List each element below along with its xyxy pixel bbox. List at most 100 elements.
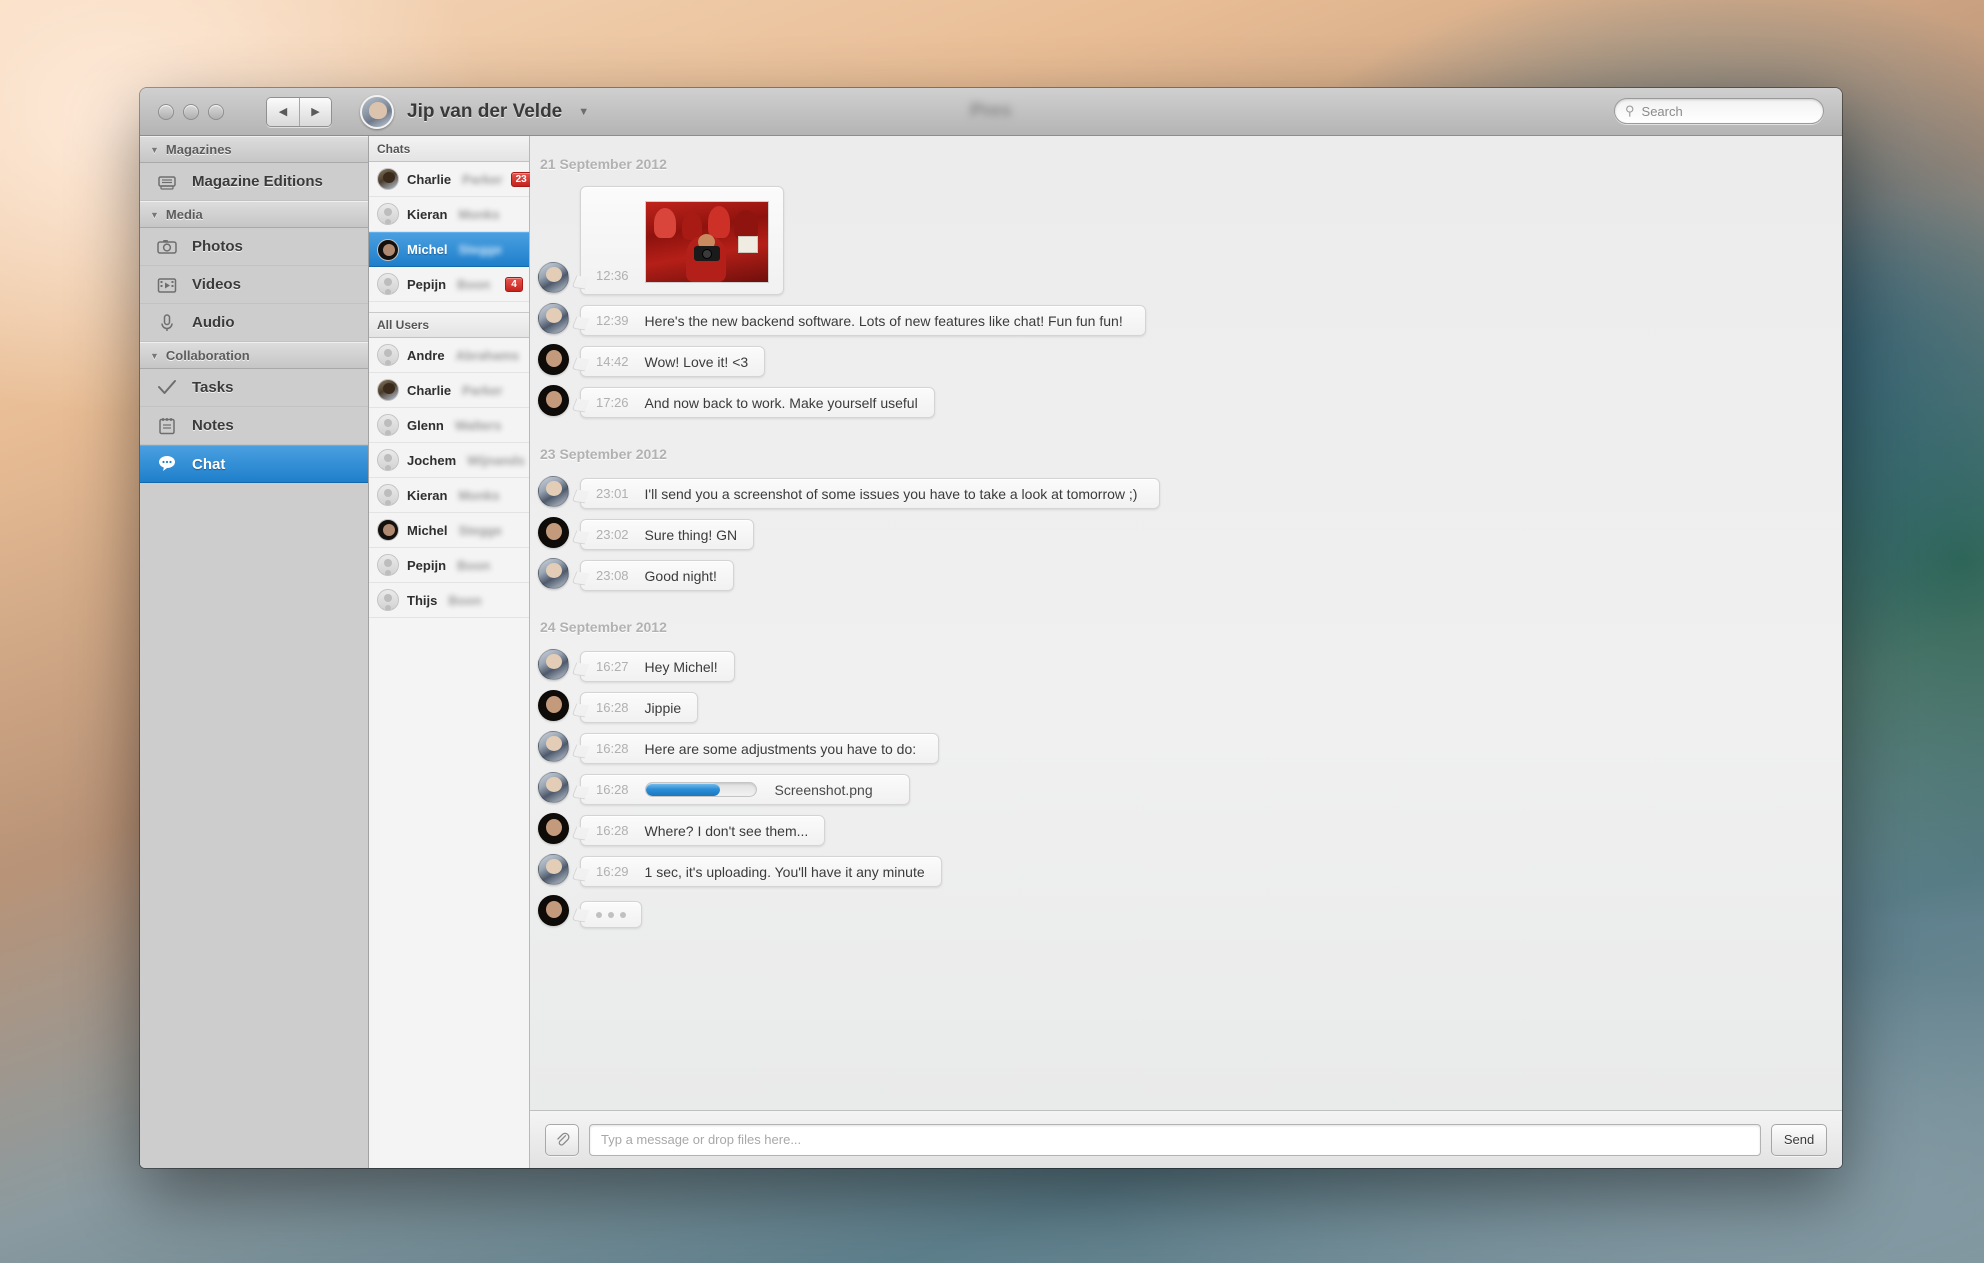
disclosure-triangle-icon[interactable]: ▼ xyxy=(150,210,159,220)
message-row: 16:28 Here are some adjustments you have… xyxy=(530,731,1814,764)
message-text: Here's the new backend software. Lots of… xyxy=(644,312,1123,329)
chat-list-item-pepijn[interactable]: Pepijn Boon 4 xyxy=(369,267,529,302)
message-timestamp: 12:39 xyxy=(596,313,629,328)
message-bubble[interactable]: 14:42 Wow! Love it! <3 xyxy=(580,346,766,377)
chat-list-item-charlie[interactable]: Charlie Parker 23 xyxy=(369,162,532,197)
user-list-item-charlie[interactable]: Charlie Parker xyxy=(369,373,529,408)
message-row: 23:02 Sure thing! GN xyxy=(530,517,1814,550)
sidebar-item-photos[interactable]: Photos xyxy=(140,228,368,266)
minimize-button[interactable] xyxy=(183,103,199,120)
avatar xyxy=(377,203,399,225)
user-last-name: Abrahams xyxy=(455,347,520,363)
user-list-item-glenn[interactable]: Glenn Walters xyxy=(369,408,529,443)
sidebar-empty-space xyxy=(140,483,368,1168)
sidebar: ▼ Magazines Magazine Editions ▼ Media Ph… xyxy=(140,136,369,1168)
sidebar-item-videos[interactable]: Videos xyxy=(140,266,368,304)
message-bubble[interactable]: 23:08 Good night! xyxy=(580,560,734,591)
chevron-down-icon[interactable]: ▼ xyxy=(578,106,589,118)
chat-contact-last-name: Parker xyxy=(462,171,503,187)
chat-bubble-icon xyxy=(156,453,178,475)
zoom-button[interactable] xyxy=(208,103,224,120)
message-text: Hey Michel! xyxy=(644,658,718,675)
message-bubble[interactable]: 16:28 Jippie xyxy=(580,692,699,723)
user-last-name: Boon xyxy=(448,592,482,608)
message-composer: Typ a message or drop files here... Send xyxy=(530,1110,1842,1168)
message-list[interactable]: 21 September 2012 12:36 12:39 Here's the… xyxy=(530,136,1842,1110)
avatar xyxy=(377,449,399,471)
avatar xyxy=(538,854,569,885)
forward-button[interactable]: ▶ xyxy=(299,97,331,126)
message-bubble-upload[interactable]: 16:28 Screenshot.png xyxy=(580,774,910,805)
sidebar-item-label: Notes xyxy=(192,417,234,434)
user-last-name: Parker xyxy=(462,382,503,398)
message-bubble[interactable]: 16:29 1 sec, it's uploading. You'll have… xyxy=(580,856,942,887)
sidebar-item-label: Audio xyxy=(192,314,235,331)
user-list-item-thijs[interactable]: Thijs Boon xyxy=(369,583,529,618)
user-last-name: Stegge xyxy=(458,522,502,538)
sidebar-group-collaboration[interactable]: ▼ Collaboration xyxy=(140,342,368,369)
avatar xyxy=(377,589,399,611)
paperclip-icon[interactable] xyxy=(545,1123,579,1156)
message-timestamp: 16:27 xyxy=(596,659,629,674)
message-bubble[interactable]: 23:01 I'll send you a screenshot of some… xyxy=(580,478,1161,509)
user-last-name: Walters xyxy=(454,417,502,433)
disclosure-triangle-icon[interactable]: ▼ xyxy=(150,351,159,361)
message-bubble[interactable]: 17:26 And now back to work. Make yoursel… xyxy=(580,387,935,418)
attached-photo[interactable] xyxy=(644,201,769,283)
user-first-name: Charlie xyxy=(407,382,452,398)
chat-list-item-michel[interactable]: Michel Stegge xyxy=(369,232,529,267)
avatar[interactable] xyxy=(360,94,394,129)
sidebar-group-label: Magazines xyxy=(165,142,232,157)
avatar xyxy=(538,517,569,548)
user-list-item-michel[interactable]: Michel Stegge xyxy=(369,513,529,548)
search-input[interactable]: ⚲ Search xyxy=(1614,98,1824,124)
user-list-item-andre[interactable]: Andre Abrahams xyxy=(369,338,529,373)
send-button[interactable]: Send xyxy=(1771,1123,1827,1156)
avatar xyxy=(538,558,569,589)
all-users-section-header: All Users xyxy=(369,312,529,338)
message-row: 16:28 Jippie xyxy=(530,690,1814,723)
message-bubble[interactable]: 12:39 Here's the new backend software. L… xyxy=(580,305,1146,336)
sidebar-item-label: Photos xyxy=(192,238,243,255)
message-row: 12:36 xyxy=(530,186,1814,295)
sidebar-item-magazine-editions[interactable]: Magazine Editions xyxy=(140,163,368,201)
avatar xyxy=(538,649,569,680)
message-text: 1 sec, it's uploading. You'll have it an… xyxy=(644,863,925,880)
message-bubble-photo[interactable]: 12:36 xyxy=(580,186,784,295)
user-list-item-jochem[interactable]: Jochem Wijnands xyxy=(369,443,529,478)
message-timestamp: 12:36 xyxy=(596,268,629,283)
window-body: ▼ Magazines Magazine Editions ▼ Media Ph… xyxy=(140,136,1842,1168)
chat-application-window: ◀ ▶ Jip van der Velde ▼ Pres ⚲ Search ▼ … xyxy=(140,88,1842,1168)
chat-list-empty-space xyxy=(369,618,529,1168)
chat-contact-first-name: Charlie xyxy=(407,171,452,187)
sidebar-item-tasks[interactable]: Tasks xyxy=(140,369,368,407)
message-input[interactable]: Typ a message or drop files here... xyxy=(589,1123,1761,1156)
message-bubble[interactable]: 23:02 Sure thing! GN xyxy=(580,519,755,550)
message-row: 16:27 Hey Michel! xyxy=(530,649,1814,682)
disclosure-triangle-icon[interactable]: ▼ xyxy=(150,145,159,155)
message-timestamp: 16:28 xyxy=(596,741,629,756)
sidebar-group-magazines[interactable]: ▼ Magazines xyxy=(140,136,368,163)
user-list-item-kieran[interactable]: Kieran Monks xyxy=(369,478,529,513)
back-button[interactable]: ◀ xyxy=(267,97,299,126)
sidebar-item-chat[interactable]: Chat xyxy=(140,445,368,483)
chat-list-panel: Chats Charlie Parker 23 Kieran Monks Mic… xyxy=(369,136,532,1168)
sidebar-item-notes[interactable]: Notes xyxy=(140,407,368,445)
user-first-name: Kieran xyxy=(407,487,448,503)
sidebar-group-media[interactable]: ▼ Media xyxy=(140,201,368,228)
message-bubble[interactable]: 16:27 Hey Michel! xyxy=(580,651,735,682)
message-timestamp: 16:29 xyxy=(596,864,629,879)
notepad-icon xyxy=(156,415,178,437)
message-bubble[interactable]: 16:28 Where? I don't see them... xyxy=(580,815,826,846)
user-last-name: Monks xyxy=(458,487,500,503)
chat-list-item-kieran[interactable]: Kieran Monks xyxy=(369,197,529,232)
unread-badge: 23 xyxy=(510,171,532,187)
user-list-item-pepijn[interactable]: Pepijn Boon xyxy=(369,548,529,583)
chat-contact-first-name: Michel xyxy=(407,242,448,257)
avatar xyxy=(377,379,399,401)
avatar xyxy=(538,344,569,375)
sidebar-item-audio[interactable]: Audio xyxy=(140,304,368,342)
user-first-name: Pepijn xyxy=(407,557,447,573)
message-bubble[interactable]: 16:28 Here are some adjustments you have… xyxy=(580,733,940,764)
close-button[interactable] xyxy=(158,103,174,120)
